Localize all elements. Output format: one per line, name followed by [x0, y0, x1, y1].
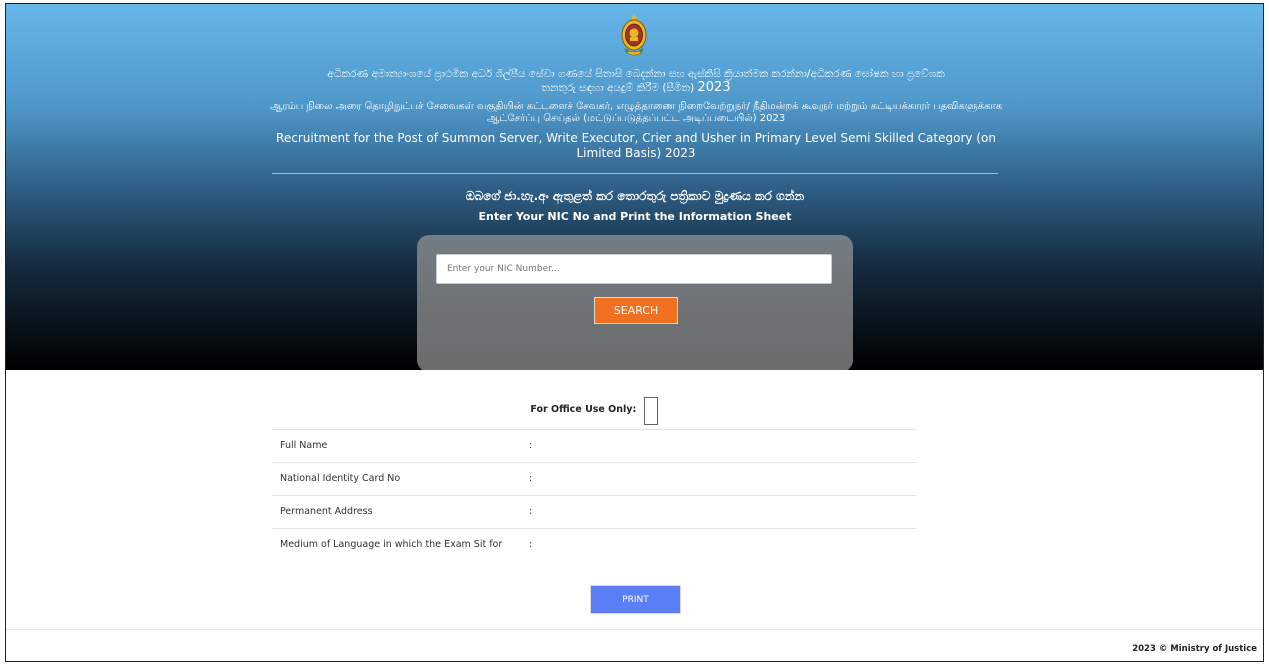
- header-banner: අධිකරණ අමාත්‍යාංශයේ ප්‍රාථමික අර්ධ ශිල්ප…: [6, 4, 1263, 372]
- language-medium-separator: :: [529, 539, 533, 550]
- title-tamil: ஆரம்ப நிலை அரை தொழிநுட்பச் சேவைகள் வகுதி…: [269, 101, 1003, 124]
- footer-copyright: 2023 © Ministry of Justice: [1132, 644, 1257, 654]
- instruction-sinhala: ඔබගේ ජා.හැ.අං ඇතුළත් කර තොරතුරු පත්‍රිකා…: [465, 189, 805, 203]
- title-sinhala-line2: තනතුරු සඳහා අයදුම් කිරීම (සීමිත): [541, 82, 695, 94]
- instruction-english: Enter Your NIC No and Print the Informat…: [478, 210, 792, 223]
- address-separator: :: [529, 506, 533, 517]
- page-title: අධිකරණ අමාත්‍යාංශයේ ප්‍රාථමික අර්ධ ශිල්ප…: [256, 68, 1016, 161]
- info-sheet: For Office Use Only: Full Name : Nationa…: [6, 370, 1263, 661]
- office-use-section: For Office Use Only:: [272, 397, 916, 425]
- search-panel: SEARCH: [417, 235, 853, 372]
- footer: 2023 © Ministry of Justice: [6, 629, 1263, 661]
- sri-lanka-emblem-icon: [621, 14, 647, 56]
- title-sinhala-year: 2023: [697, 80, 731, 95]
- search-button[interactable]: SEARCH: [594, 297, 678, 324]
- nic-separator: :: [529, 473, 533, 484]
- office-use-label: For Office Use Only:: [530, 403, 637, 415]
- page-frame: අධිකරණ අමාත්‍යාංශයේ ප්‍රාථමික අර්ධ ශිල්ප…: [5, 3, 1264, 662]
- header-divider: [272, 173, 998, 174]
- table-row: Full Name :: [272, 429, 916, 462]
- nic-label: National Identity Card No: [280, 473, 401, 484]
- title-english: Recruitment for the Post of Summon Serve…: [276, 131, 996, 160]
- info-table: Full Name : National Identity Card No : …: [272, 429, 916, 575]
- title-sinhala-line1: අධිකරණ අමාත්‍යාංශයේ ප්‍රාථමික අර්ධ ශිල්ප…: [327, 68, 945, 80]
- full-name-label: Full Name: [280, 440, 328, 451]
- print-button[interactable]: PRINT: [590, 585, 681, 614]
- table-row: National Identity Card No :: [272, 462, 916, 495]
- table-row: Permanent Address :: [272, 495, 916, 528]
- language-medium-label: Medium of Language in which the Exam Sit…: [280, 539, 503, 550]
- table-row: Medium of Language in which the Exam Sit…: [272, 528, 916, 575]
- office-use-box: [643, 397, 658, 425]
- address-label: Permanent Address: [280, 506, 373, 517]
- full-name-separator: :: [529, 440, 533, 451]
- nic-search-input[interactable]: [436, 254, 832, 284]
- title-sinhala: අධිකරණ අමාත්‍යාංශයේ ප්‍රාථමික අර්ධ ශිල්ප…: [256, 68, 1016, 95]
